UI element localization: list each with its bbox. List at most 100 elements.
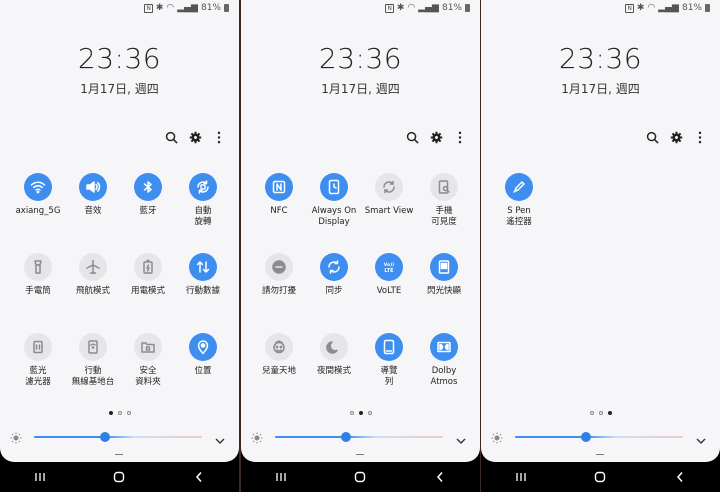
home-button[interactable] xyxy=(340,467,380,487)
more-options-icon[interactable] xyxy=(452,129,468,145)
date-label[interactable]: 1月17日, 週四 xyxy=(481,80,720,97)
chevron-down-icon[interactable] xyxy=(456,432,466,450)
mobile-hotspot-icon[interactable] xyxy=(79,333,107,361)
flash-notification-icon[interactable] xyxy=(430,253,458,281)
nfc-icon[interactable] xyxy=(265,173,293,201)
smart-view-icon[interactable] xyxy=(375,173,403,201)
search-icon[interactable] xyxy=(163,129,179,145)
auto-rotate-icon[interactable] xyxy=(189,173,217,201)
quick-tile-flash-notification[interactable]: 閃光快顯 xyxy=(414,253,474,297)
panel-drag-handle[interactable] xyxy=(115,454,123,455)
page-indicator-dot[interactable] xyxy=(598,411,603,415)
quick-tile-secure-folder[interactable]: 安全 資料夾 xyxy=(118,333,178,387)
quick-tile-always-on-display[interactable]: Always On Display xyxy=(304,173,364,227)
page-indicator-dot[interactable] xyxy=(589,411,594,415)
quick-panel-actions xyxy=(644,129,708,145)
more-options-icon[interactable] xyxy=(692,129,708,145)
quick-tile-dolby-atmos[interactable]: Dolby Atmos xyxy=(414,333,474,387)
quick-tile-location[interactable]: 位置 xyxy=(173,333,233,377)
quick-tile-airplane[interactable]: 飛航模式 xyxy=(63,253,123,297)
quick-tile-wifi[interactable]: axiang_5G xyxy=(8,173,68,217)
s-pen-icon[interactable] xyxy=(505,173,533,201)
always-on-display-icon[interactable] xyxy=(320,173,348,201)
brightness-slider-thumb[interactable] xyxy=(341,432,351,442)
location-icon[interactable] xyxy=(189,333,217,361)
phone-visibility-icon[interactable] xyxy=(430,173,458,201)
power-mode-icon[interactable] xyxy=(134,253,162,281)
sound-icon[interactable] xyxy=(79,173,107,201)
back-button[interactable] xyxy=(179,467,219,487)
quick-tile-volte[interactable]: Vo)) LTE VoLTE xyxy=(359,253,419,297)
clock[interactable]: 23:36 xyxy=(481,42,720,75)
recent-apps-button[interactable] xyxy=(261,467,301,487)
quick-tile-mobile-data[interactable]: 行動數據 xyxy=(173,253,233,297)
navigation-bar-icon[interactable] xyxy=(375,333,403,361)
back-button[interactable] xyxy=(420,467,460,487)
quick-tile-do-not-disturb[interactable]: 請勿打擾 xyxy=(249,253,309,297)
bluetooth-icon[interactable] xyxy=(134,173,162,201)
search-icon[interactable] xyxy=(404,129,420,145)
secure-folder-icon[interactable] xyxy=(134,333,162,361)
quick-tile-navigation-bar[interactable]: 導覽 列 xyxy=(359,333,419,387)
brightness-slider-thumb[interactable] xyxy=(581,432,591,442)
gear-icon[interactable] xyxy=(668,129,684,145)
quick-tile-s-pen[interactable]: S Pen 遙控器 xyxy=(489,173,549,227)
date-label[interactable]: 1月17日, 週四 xyxy=(0,80,239,97)
do-not-disturb-icon[interactable] xyxy=(265,253,293,281)
quick-tile-night-mode[interactable]: 夜間模式 xyxy=(304,333,364,377)
quick-tile-power-mode[interactable]: 用電模式 xyxy=(118,253,178,297)
page-indicator-dot[interactable] xyxy=(367,411,372,415)
quick-tile-label: axiang_5G xyxy=(15,206,61,216)
quick-tile-phone-visibility[interactable]: 手機 可見度 xyxy=(414,173,474,227)
quick-tile-kids-home[interactable]: 兒童天地 xyxy=(249,333,309,377)
kids-home-icon[interactable] xyxy=(265,333,293,361)
page-indicator-dot[interactable] xyxy=(126,411,131,415)
recent-apps-button[interactable] xyxy=(501,467,541,487)
quick-tile-label: 安全 資料夾 xyxy=(135,366,161,387)
recent-apps-button[interactable] xyxy=(20,467,60,487)
panel-drag-handle[interactable] xyxy=(596,454,604,455)
chevron-down-icon[interactable] xyxy=(215,432,225,450)
quick-tile-sync[interactable]: 同步 xyxy=(304,253,364,297)
search-icon[interactable] xyxy=(644,129,660,145)
clock[interactable]: 23:36 xyxy=(0,42,239,75)
dolby-atmos-icon[interactable] xyxy=(430,333,458,361)
page-indicator-dot[interactable] xyxy=(108,411,113,415)
quick-tile-sound[interactable]: 音效 xyxy=(63,173,123,217)
blue-light-filter-icon[interactable] xyxy=(24,333,52,361)
mobile-data-icon[interactable] xyxy=(189,253,217,281)
flashlight-icon[interactable] xyxy=(24,253,52,281)
gear-icon[interactable] xyxy=(428,129,444,145)
page-indicator-dot[interactable] xyxy=(358,411,363,415)
date-label[interactable]: 1月17日, 週四 xyxy=(241,80,480,97)
wifi-icon[interactable] xyxy=(24,173,52,201)
clock[interactable]: 23:36 xyxy=(241,42,480,75)
back-button[interactable] xyxy=(660,467,700,487)
chevron-down-icon[interactable] xyxy=(696,432,706,450)
brightness-slider-track[interactable] xyxy=(515,436,683,438)
quick-tile-bluetooth[interactable]: 藍牙 xyxy=(118,173,178,217)
home-button[interactable] xyxy=(99,467,139,487)
quick-tile-label: 音效 xyxy=(84,206,102,216)
quick-tile-flashlight[interactable]: 手電筒 xyxy=(8,253,68,297)
page-indicator-dot[interactable] xyxy=(607,411,612,415)
panel-drag-handle[interactable] xyxy=(356,454,364,455)
page-indicator-dot[interactable] xyxy=(349,411,354,415)
page-indicator-dot[interactable] xyxy=(117,411,122,415)
quick-tile-auto-rotate[interactable]: 自動 旋轉 xyxy=(173,173,233,227)
brightness-slider-track[interactable] xyxy=(34,436,202,438)
battery-percent: 81% xyxy=(681,3,702,13)
airplane-icon[interactable] xyxy=(79,253,107,281)
quick-tile-smart-view[interactable]: Smart View xyxy=(359,173,419,217)
volte-icon[interactable]: Vo)) LTE xyxy=(375,253,403,281)
quick-tile-nfc[interactable]: NFC xyxy=(249,173,309,217)
quick-tile-blue-light-filter[interactable]: 藍光 濾光器 xyxy=(8,333,68,387)
more-options-icon[interactable] xyxy=(211,129,227,145)
brightness-slider-thumb[interactable] xyxy=(100,432,110,442)
gear-icon[interactable] xyxy=(187,129,203,145)
sync-icon[interactable] xyxy=(320,253,348,281)
brightness-slider-track[interactable] xyxy=(275,436,443,438)
quick-tile-mobile-hotspot[interactable]: 行動 無線基地台 xyxy=(63,333,123,387)
night-mode-icon[interactable] xyxy=(320,333,348,361)
home-button[interactable] xyxy=(580,467,620,487)
